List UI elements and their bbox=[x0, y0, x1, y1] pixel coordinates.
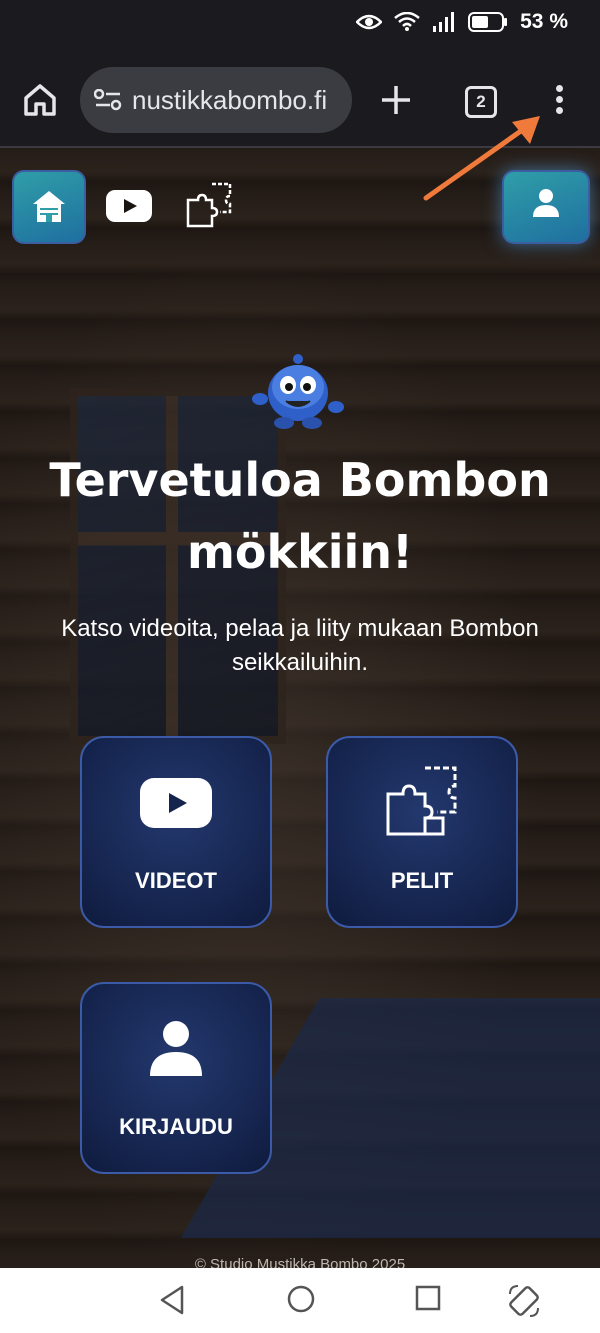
kirjaudu-tile[interactable]: KIRJAUDU bbox=[80, 982, 272, 1174]
pelit-label: PELIT bbox=[390, 868, 454, 893]
puzzle-icon bbox=[386, 766, 457, 836]
nav-puzzle-icon[interactable] bbox=[186, 182, 234, 228]
page-title: Tervetuloa Bombon mökkiin! bbox=[49, 453, 551, 579]
nav-youtube-icon[interactable] bbox=[106, 190, 152, 222]
wifi-icon bbox=[394, 12, 420, 31]
annotation-arrow-icon bbox=[423, 116, 540, 201]
more-vert-icon[interactable] bbox=[552, 85, 566, 117]
nav-home-button[interactable] bbox=[12, 170, 86, 244]
home-icon[interactable] bbox=[286, 1284, 316, 1314]
back-icon[interactable] bbox=[158, 1284, 186, 1316]
status-icons: 53 % bbox=[356, 10, 568, 34]
eye-icon bbox=[356, 14, 383, 30]
pelit-tile[interactable]: PELIT bbox=[326, 736, 518, 928]
plus-icon[interactable] bbox=[380, 84, 412, 116]
android-navigation-bar bbox=[0, 1268, 600, 1333]
address-bar[interactable]: nustikkabombo.fi bbox=[80, 67, 352, 133]
user-icon bbox=[150, 1021, 202, 1076]
recents-icon[interactable] bbox=[414, 1284, 442, 1314]
battery-percent: 53 % bbox=[520, 10, 568, 33]
house-icon bbox=[33, 191, 65, 222]
rotate-icon[interactable] bbox=[506, 1284, 542, 1318]
kirjaudu-label: KIRJAUDU bbox=[119, 1114, 233, 1139]
videot-label: VIDEOT bbox=[135, 868, 217, 893]
bombo-mascot-image bbox=[252, 354, 344, 429]
videot-tile[interactable]: VIDEOT bbox=[80, 736, 272, 928]
site-settings-icon[interactable] bbox=[94, 89, 122, 111]
status-bar: 53 % bbox=[0, 0, 600, 46]
home-icon[interactable] bbox=[20, 80, 60, 120]
footer-copyright: © Studio Mustikka Bombo 2025 bbox=[194, 1256, 406, 1268]
youtube-icon bbox=[140, 778, 212, 828]
battery-icon bbox=[468, 12, 508, 32]
signal-icon bbox=[433, 12, 455, 32]
page-subtitle: Katso videoita, pelaa ja liity mukaan Bo… bbox=[61, 615, 539, 676]
url-text: nustikkabombo.fi bbox=[132, 85, 328, 115]
web-page: Tervetuloa Bombon mökkiin! Katso videoit… bbox=[0, 148, 600, 1268]
